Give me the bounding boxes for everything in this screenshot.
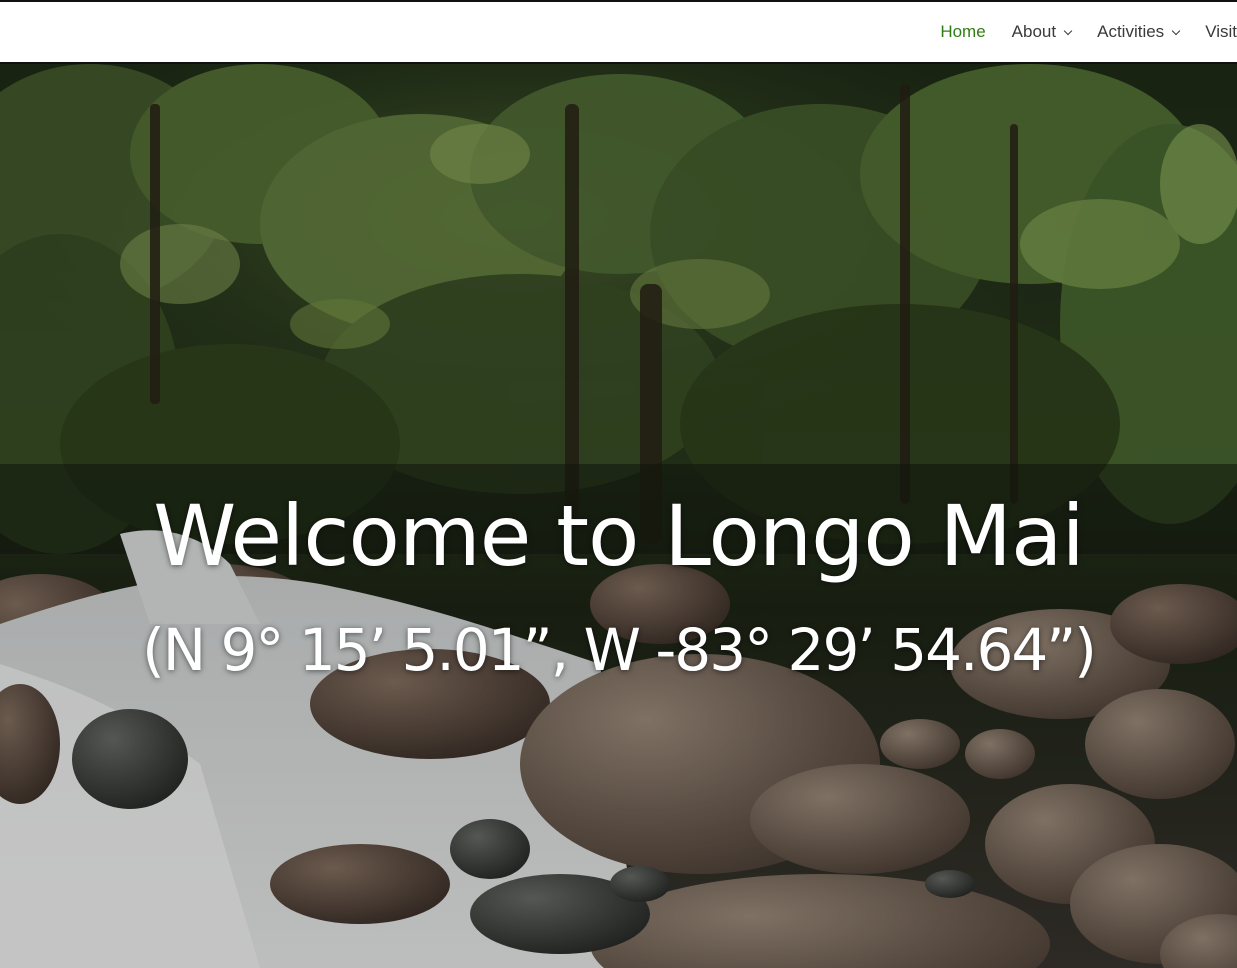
hero-section: Welcome to Longo Mai (N 9° 15’ 5.01”, W … <box>0 64 1237 968</box>
nav-item-about[interactable]: About <box>1011 22 1073 42</box>
chevron-down-icon <box>1171 26 1181 35</box>
page: Home About Activities Visit Welcome to L… <box>0 0 1237 968</box>
nav-item-activities-label: Activities <box>1097 22 1165 41</box>
nav-item-visit-label: Visit <box>1205 22 1237 41</box>
nav-item-home-label: Home <box>940 22 986 41</box>
nav-item-visit[interactable]: Visit <box>1205 22 1237 42</box>
hero-coordinates: (N 9° 15’ 5.01”, W -83° 29’ 54.64”) <box>142 616 1097 684</box>
nav-item-home[interactable]: Home <box>940 22 985 42</box>
main-nav: Home About Activities Visit <box>940 2 1237 62</box>
hero-title: Welcome to Longo Mai <box>153 487 1085 585</box>
chevron-down-icon <box>1063 26 1073 35</box>
site-header: Home About Activities Visit <box>0 0 1237 64</box>
nav-item-activities[interactable]: Activities <box>1097 22 1181 42</box>
nav-item-about-label: About <box>1011 22 1057 41</box>
